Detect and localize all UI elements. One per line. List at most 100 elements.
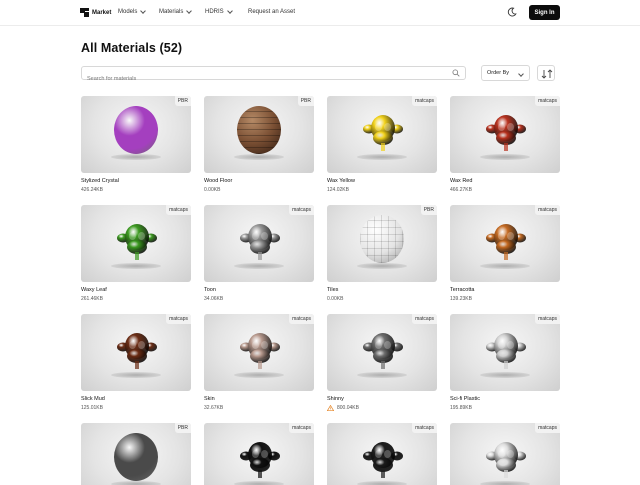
material-thumbnail[interactable]: matcaps: [450, 205, 560, 282]
material-preview-monkey: [363, 442, 403, 478]
nav-request-asset-label: Request an Asset: [248, 9, 296, 15]
material-card[interactable]: PBR Wood Floor 0.00KB: [204, 96, 314, 193]
material-card[interactable]: matcaps Wax Red 466.27KB: [450, 96, 560, 193]
sign-in-button[interactable]: Sign In: [529, 5, 560, 20]
material-thumbnail[interactable]: PBR: [327, 205, 437, 282]
chevron-down-icon: [226, 7, 233, 14]
order-by-select[interactable]: Order By: [481, 65, 530, 81]
material-thumbnail[interactable]: PBR: [204, 96, 314, 173]
material-preview-sphere: [114, 106, 158, 154]
material-thumbnail[interactable]: matcaps: [327, 423, 437, 485]
material-name[interactable]: Waxy Leaf: [81, 287, 191, 295]
material-type-badge: matcaps: [535, 423, 560, 433]
material-thumbnail[interactable]: PBR: [81, 96, 191, 173]
material-preview-monkey: [117, 333, 157, 369]
material-type-badge: matcaps: [535, 314, 560, 324]
material-type-badge: PBR: [297, 96, 314, 106]
material-preview-sphere: [237, 106, 281, 154]
material-thumbnail[interactable]: matcaps: [204, 205, 314, 282]
material-card[interactable]: matcaps Wax Yellow 124.02KB: [327, 96, 437, 193]
material-preview-monkey: [117, 224, 157, 260]
material-card[interactable]: matcaps Terracotta 139.23KB: [450, 205, 560, 302]
material-name[interactable]: Skin: [204, 396, 314, 404]
material-file-size: 124.02KB: [327, 187, 437, 193]
sort-direction-button[interactable]: [537, 65, 555, 81]
material-card[interactable]: matcaps Sci-fi Plastic 195.89KB: [450, 314, 560, 411]
brand-logo[interactable]: Market: [80, 8, 111, 17]
preview-shadow: [234, 263, 284, 269]
material-preview-monkey: [486, 333, 526, 369]
nav-request-asset[interactable]: Request an Asset: [248, 9, 295, 15]
material-file-size-text: 34.06KB: [204, 296, 224, 302]
material-type-badge: PBR: [420, 205, 437, 215]
nav-materials-label: Materials: [159, 9, 184, 15]
nav-materials[interactable]: Materials: [159, 7, 193, 15]
material-thumbnail[interactable]: matcaps: [327, 314, 437, 391]
material-file-size-text: 124.02KB: [327, 187, 349, 193]
material-name[interactable]: Wax Yellow: [327, 178, 437, 186]
material-card[interactable]: PBR Stylized Crystal 426.24KB: [81, 96, 191, 193]
search-icon[interactable]: [452, 69, 460, 77]
material-file-size: 800.04KB: [327, 405, 437, 411]
material-file-size-text: 0.00KB: [204, 187, 221, 193]
material-card[interactable]: matcaps Waxy Leaf 261.46KB: [81, 205, 191, 302]
material-name[interactable]: Toon: [204, 287, 314, 295]
material-card[interactable]: matcaps Shinny 800.04KB: [327, 314, 437, 411]
preview-shadow: [111, 372, 161, 378]
material-preview-monkey: [240, 224, 280, 260]
sort-direction-icon: [541, 69, 553, 79]
nav-hdris[interactable]: HDRIS: [205, 7, 233, 15]
material-thumbnail[interactable]: matcaps: [450, 96, 560, 173]
material-name[interactable]: Sci-fi Plastic: [450, 396, 560, 404]
preview-shadow: [480, 481, 530, 485]
material-file-size: 426.24KB: [81, 187, 191, 193]
material-file-size-text: 32.67KB: [204, 405, 224, 411]
material-name[interactable]: Wax Red: [450, 178, 560, 186]
material-thumbnail[interactable]: matcaps: [81, 205, 191, 282]
material-name[interactable]: Stylized Crystal: [81, 178, 191, 186]
moon-icon[interactable]: [507, 7, 517, 17]
material-thumbnail[interactable]: PBR: [81, 423, 191, 485]
material-file-size-text: 426.24KB: [81, 187, 103, 193]
material-name[interactable]: Wood Floor: [204, 178, 314, 186]
material-name[interactable]: Terracotta: [450, 287, 560, 295]
nav-models[interactable]: Models: [118, 7, 147, 15]
material-card[interactable]: matcaps: [327, 423, 437, 485]
material-card[interactable]: matcaps Toon 34.06KB: [204, 205, 314, 302]
material-thumbnail[interactable]: matcaps: [81, 314, 191, 391]
material-thumbnail[interactable]: matcaps: [450, 314, 560, 391]
page-title: All Materials (52): [81, 41, 183, 55]
material-name[interactable]: Tiles: [327, 287, 437, 295]
material-card[interactable]: PBR: [81, 423, 191, 485]
chevron-down-icon: [518, 71, 524, 77]
material-preview-monkey: [486, 115, 526, 151]
nav-hdris-label: HDRIS: [205, 9, 224, 15]
material-preview-monkey: [486, 442, 526, 478]
material-file-size-text: 139.23KB: [450, 296, 472, 302]
material-type-badge: matcaps: [412, 423, 437, 433]
material-file-size: 466.27KB: [450, 187, 560, 193]
material-thumbnail[interactable]: matcaps: [327, 96, 437, 173]
material-card[interactable]: matcaps: [204, 423, 314, 485]
preview-shadow: [357, 372, 407, 378]
search-box: [81, 66, 466, 85]
material-preview-monkey: [240, 333, 280, 369]
material-type-badge: matcaps: [412, 314, 437, 324]
material-preview-sphere: [360, 215, 404, 263]
preview-shadow: [480, 372, 530, 378]
brand-name: Market: [92, 9, 112, 16]
search-input[interactable]: [82, 73, 442, 85]
material-card[interactable]: matcaps: [450, 423, 560, 485]
material-thumbnail[interactable]: matcaps: [204, 314, 314, 391]
material-name[interactable]: Shinny: [327, 396, 437, 404]
material-card[interactable]: PBR Tiles 0.00KB: [327, 205, 437, 302]
material-card[interactable]: matcaps Skin 32.67KB: [204, 314, 314, 411]
material-thumbnail[interactable]: matcaps: [204, 423, 314, 485]
material-name[interactable]: Slick Mud: [81, 396, 191, 404]
material-thumbnail[interactable]: matcaps: [450, 423, 560, 485]
material-card[interactable]: matcaps Slick Mud 125.01KB: [81, 314, 191, 411]
material-type-badge: PBR: [174, 423, 191, 433]
warning-icon: [327, 405, 334, 411]
material-file-size-text: 261.46KB: [81, 296, 103, 302]
material-type-badge: matcaps: [289, 205, 314, 215]
